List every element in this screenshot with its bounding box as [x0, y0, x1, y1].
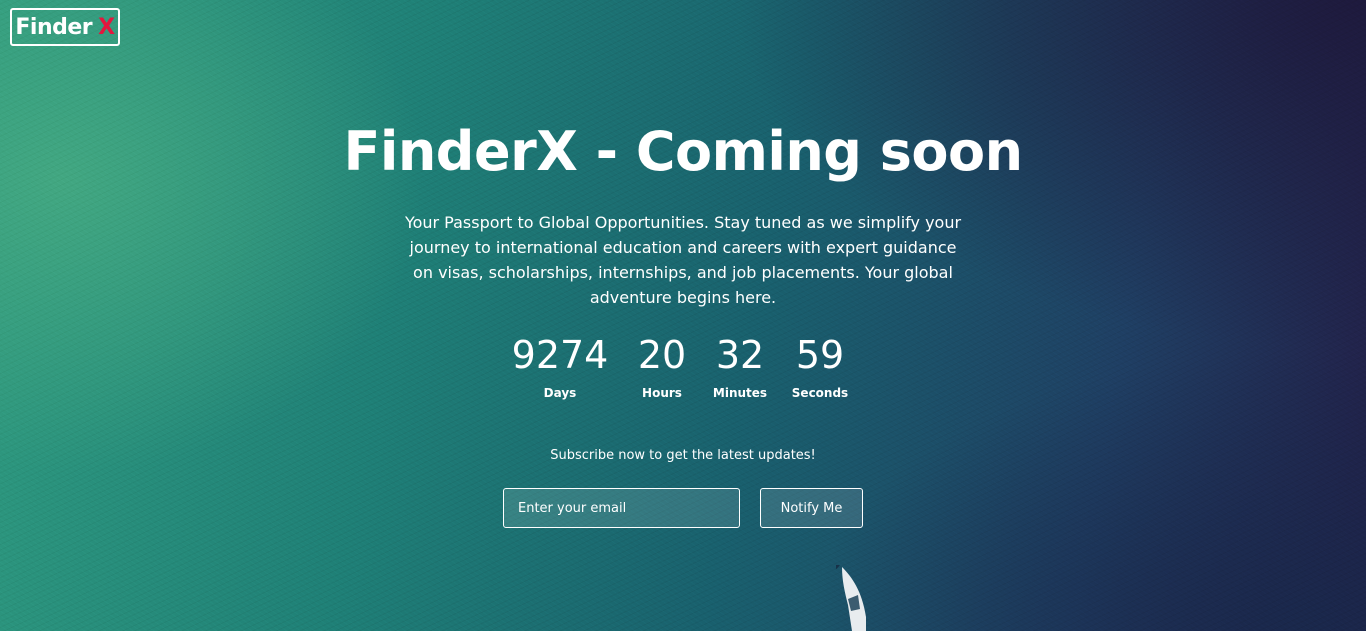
- countdown-seconds-value: 59: [795, 333, 845, 377]
- countdown-hours-value: 20: [637, 333, 687, 377]
- notify-me-button[interactable]: Notify Me: [760, 488, 863, 528]
- countdown-seconds-label: Seconds: [791, 386, 849, 400]
- countdown-minutes-value: 32: [715, 333, 765, 377]
- logo-mark: X: [98, 14, 115, 40]
- logo[interactable]: Finder X: [10, 8, 120, 46]
- tagline: Your Passport to Global Opportunities. S…: [404, 213, 962, 307]
- countdown-days-value: 9274: [511, 333, 609, 377]
- countdown-hours: 20 Hours: [612, 330, 712, 400]
- subscribe-text: Subscribe now to get the latest updates!: [550, 448, 816, 463]
- countdown-seconds: 59 Seconds: [780, 330, 860, 400]
- countdown-days-label: Days: [543, 386, 577, 400]
- background-texture: [0, 0, 1366, 631]
- email-input[interactable]: [503, 488, 740, 528]
- page-title: FinderX - Coming soon: [343, 120, 1023, 183]
- countdown-minutes: 32 Minutes: [700, 330, 780, 400]
- countdown: 9274 Days 20 Hours 32 Minutes 59 Seconds: [0, 330, 1366, 400]
- countdown-days: 9274 Days: [506, 330, 614, 400]
- logo-text: Finder: [15, 14, 93, 40]
- countdown-minutes-label: Minutes: [712, 386, 768, 400]
- background-ocean: [0, 0, 1366, 631]
- countdown-hours-label: Hours: [642, 386, 682, 400]
- ocean-boat-icon: [836, 565, 866, 631]
